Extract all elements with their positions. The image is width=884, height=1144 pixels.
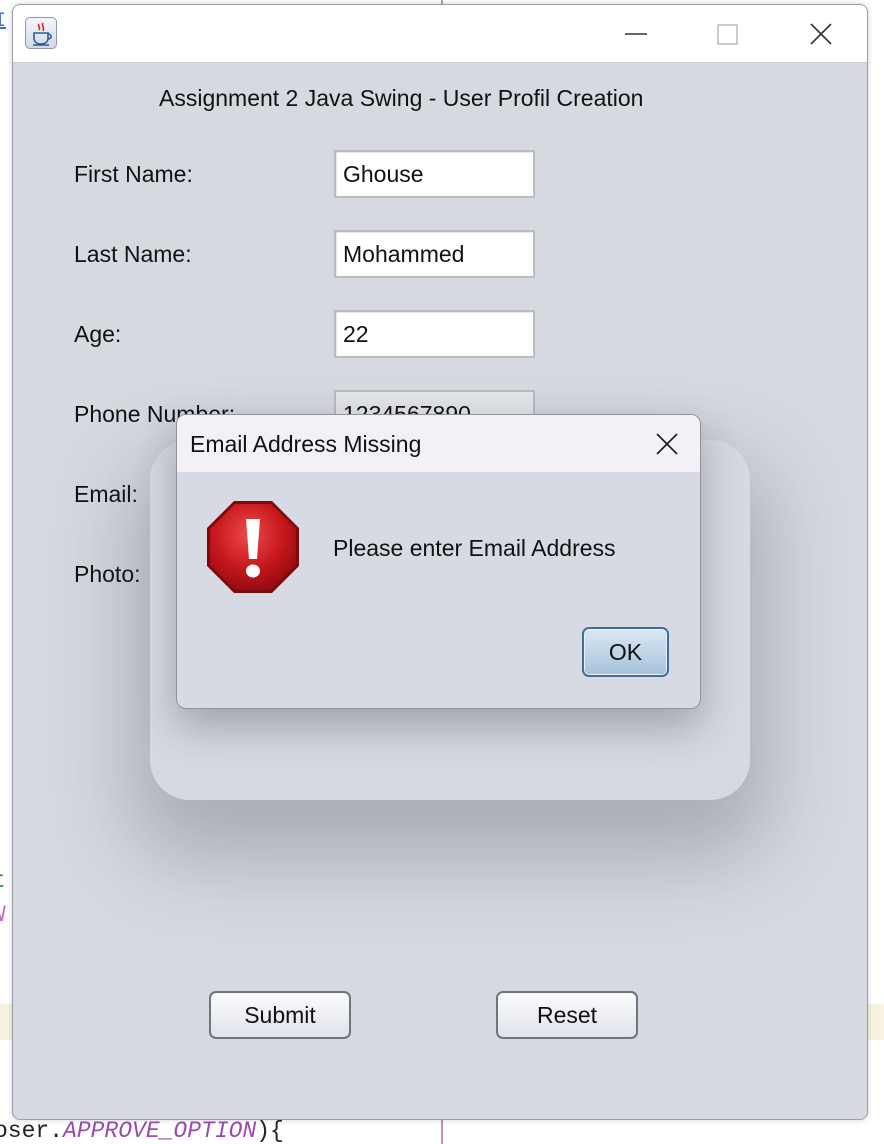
photo-label: Photo: (74, 561, 141, 587)
email-label: Email: (74, 481, 138, 507)
first-name-label: First Name: (74, 161, 193, 187)
window-titlebar[interactable] (13, 5, 867, 63)
desktop: I t N oser.APPROVE_OPTION){ (0, 0, 884, 1144)
dialog-titlebar[interactable]: Email Address Missing (177, 415, 700, 472)
editor-link-fragment: I (0, 10, 7, 33)
form-title: Assignment 2 Java Swing - User Profil Cr… (159, 85, 644, 111)
error-octagon-icon (205, 499, 301, 600)
java-coffee-cup-icon[interactable] (25, 17, 57, 49)
ok-button[interactable]: OK (582, 627, 669, 677)
reset-button[interactable]: Reset (496, 991, 638, 1039)
editor-margin-line (441, 1120, 443, 1144)
last-name-label: Last Name: (74, 241, 192, 267)
editor-code-prefix: oser. (0, 1118, 64, 1144)
editor-code-suffix: ){ (256, 1118, 284, 1144)
editor-code-fragment: t (0, 868, 6, 894)
editor-code-fragment: N (0, 902, 6, 928)
minimize-icon[interactable] (615, 17, 655, 51)
dialog-close-icon[interactable] (647, 427, 687, 461)
first-name-field[interactable] (334, 150, 535, 198)
dialog-title: Email Address Missing (190, 431, 422, 457)
age-field[interactable] (334, 310, 535, 358)
close-icon[interactable] (801, 17, 841, 51)
submit-button[interactable]: Submit (209, 991, 351, 1039)
editor-code-line: oser.APPROVE_OPTION){ (0, 1118, 284, 1144)
dialog-message: Please enter Email Address (333, 535, 616, 561)
email-missing-dialog: Email Address Missing Please enter Email… (176, 414, 701, 709)
age-label: Age: (74, 321, 122, 347)
editor-code-keyword: APPROVE_OPTION (63, 1118, 257, 1144)
maximize-icon[interactable] (707, 17, 747, 51)
last-name-field[interactable] (334, 230, 535, 278)
